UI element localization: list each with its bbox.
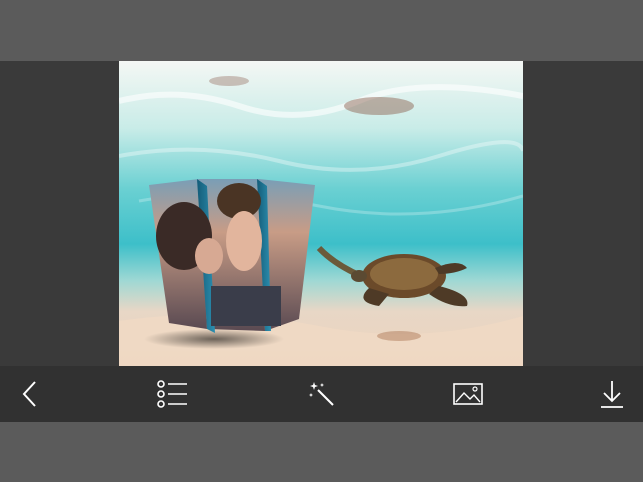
editor-canvas bbox=[0, 61, 643, 366]
frames-list-button[interactable] bbox=[153, 366, 193, 422]
background-button[interactable] bbox=[448, 366, 488, 422]
edited-photo[interactable] bbox=[119, 61, 523, 366]
back-button[interactable] bbox=[10, 366, 50, 422]
underwater-photo-frame-image bbox=[119, 61, 523, 366]
image-icon bbox=[453, 383, 483, 405]
bottom-bar bbox=[0, 422, 643, 482]
bottom-toolbar bbox=[0, 366, 643, 422]
back-chevron-icon bbox=[22, 381, 36, 407]
top-bar bbox=[0, 0, 643, 61]
magic-wand-icon bbox=[309, 382, 334, 406]
download-icon bbox=[601, 381, 623, 408]
list-icon bbox=[157, 380, 187, 408]
effects-button[interactable] bbox=[302, 366, 342, 422]
save-download-button[interactable] bbox=[592, 366, 632, 422]
